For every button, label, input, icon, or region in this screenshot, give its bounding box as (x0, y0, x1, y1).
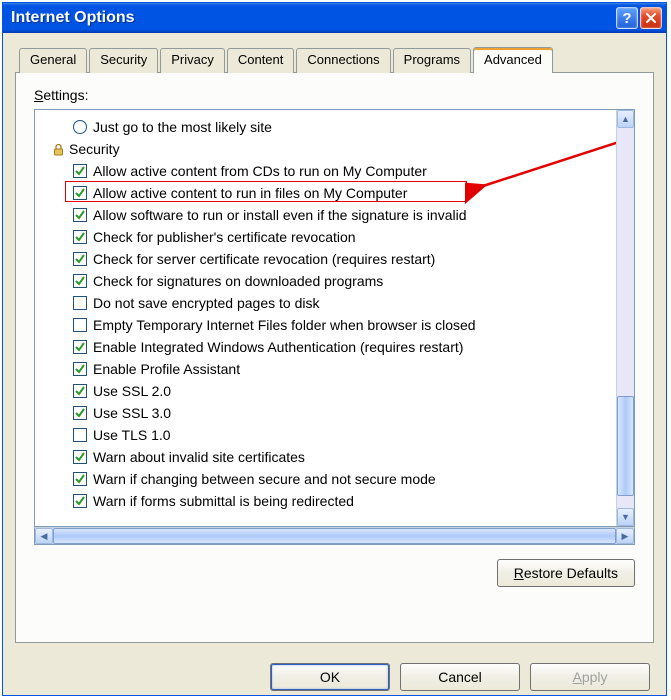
dialog-button-row: OK Cancel Apply (3, 653, 666, 695)
tab-connections[interactable]: Connections (296, 48, 390, 73)
scroll-left-button[interactable]: ◀ (35, 528, 53, 544)
list-item[interactable]: Use SSL 2.0 (39, 380, 612, 402)
checkbox-icon (73, 450, 87, 464)
list-item-label: Use SSL 2.0 (93, 383, 171, 399)
category-security[interactable]: Security (39, 138, 612, 160)
list-item-label: Use SSL 3.0 (93, 405, 171, 421)
scroll-up-button[interactable]: ▲ (617, 110, 634, 128)
list-item-label: Allow active content to run in files on … (93, 185, 407, 201)
list-item[interactable]: Use TLS 1.0 (39, 424, 612, 446)
checkbox-icon (73, 494, 87, 508)
list-item[interactable]: Allow active content to run in files on … (39, 182, 612, 204)
checkbox-icon (73, 252, 87, 266)
checkbox-icon (73, 384, 87, 398)
tab-panel-advanced: Settings: Just go to the most likely sit… (15, 72, 654, 643)
checkbox-icon (73, 230, 87, 244)
list-item-label: Empty Temporary Internet Files folder wh… (93, 317, 476, 333)
list-item[interactable]: Allow software to run or install even if… (39, 204, 612, 226)
tab-security[interactable]: Security (89, 48, 158, 73)
close-button[interactable] (640, 7, 662, 29)
list-item[interactable]: Warn if changing between secure and not … (39, 468, 612, 490)
checkbox-icon (73, 208, 87, 222)
list-item[interactable]: Check for publisher's certificate revoca… (39, 226, 612, 248)
help-button[interactable]: ? (616, 7, 638, 29)
list-item[interactable]: Enable Integrated Windows Authentication… (39, 336, 612, 358)
lock-icon (51, 142, 65, 156)
settings-label: Settings: (34, 87, 635, 103)
cancel-button[interactable]: Cancel (400, 663, 520, 691)
checkbox-icon (73, 164, 87, 178)
checkbox-icon (73, 406, 87, 420)
list-item[interactable]: Check for signatures on downloaded progr… (39, 270, 612, 292)
restore-defaults-button[interactable]: Restore Defaults (497, 559, 635, 587)
window-title: Internet Options (11, 9, 614, 27)
apply-button[interactable]: Apply (530, 663, 650, 691)
checkbox-icon (73, 186, 87, 200)
list-item-label: Check for publisher's certificate revoca… (93, 229, 356, 245)
checkbox-icon (73, 274, 87, 288)
list-item-label: Allow active content from CDs to run on … (93, 163, 427, 179)
category-label: Security (69, 141, 120, 157)
checkbox-icon (73, 296, 87, 310)
list-item-label: Use TLS 1.0 (93, 427, 171, 443)
scroll-down-button[interactable]: ▼ (617, 508, 634, 526)
scroll-thumb[interactable] (617, 396, 634, 496)
list-item-label: Enable Integrated Windows Authentication… (93, 339, 463, 355)
tab-general[interactable]: General (19, 48, 87, 73)
scroll-right-button[interactable]: ▶ (616, 528, 634, 544)
list-item[interactable]: Warn about invalid site certificates (39, 446, 612, 468)
settings-list-inner[interactable]: Just go to the most likely site Security A… (35, 110, 616, 526)
list-item-label: Do not save encrypted pages to disk (93, 295, 319, 311)
list-item-label: Warn if forms submittal is being redirec… (93, 493, 354, 509)
list-item[interactable]: Warn if forms submittal is being redirec… (39, 490, 612, 512)
list-item-label: Enable Profile Assistant (93, 361, 240, 377)
list-item[interactable]: Check for server certificate revocation … (39, 248, 612, 270)
list-item[interactable]: Use SSL 3.0 (39, 402, 612, 424)
tab-content[interactable]: Content (227, 48, 295, 73)
checkbox-icon (73, 472, 87, 486)
tab-programs[interactable]: Programs (393, 48, 471, 73)
client-area: GeneralSecurityPrivacyContentConnections… (3, 33, 666, 653)
ok-button[interactable]: OK (270, 663, 390, 691)
list-item-label: Warn if changing between secure and not … (93, 471, 436, 487)
list-item-label: Check for server certificate revocation … (93, 251, 435, 267)
vertical-scrollbar[interactable]: ▲ ▼ (616, 110, 634, 526)
list-item[interactable]: Enable Profile Assistant (39, 358, 612, 380)
hscroll-thumb[interactable] (53, 528, 616, 544)
list-item[interactable]: Do not save encrypted pages to disk (39, 292, 612, 314)
checkbox-icon (73, 318, 87, 332)
tab-advanced[interactable]: Advanced (473, 47, 553, 72)
titlebar: Internet Options ? (3, 3, 666, 33)
list-item-label: Just go to the most likely site (93, 119, 272, 135)
tab-strip: GeneralSecurityPrivacyContentConnections… (19, 47, 654, 72)
list-item-label: Allow software to run or install even if… (93, 207, 467, 223)
checkbox-icon (73, 362, 87, 376)
horizontal-scrollbar[interactable]: ◀ ▶ (34, 527, 635, 545)
hscroll-track[interactable] (53, 528, 616, 544)
list-item-radio[interactable]: Just go to the most likely site (39, 116, 612, 138)
settings-listbox: Just go to the most likely site Security A… (34, 109, 635, 527)
checkbox-icon (73, 340, 87, 354)
internet-options-dialog: Internet Options ? GeneralSecurityPrivac… (2, 2, 667, 696)
radio-icon (73, 120, 87, 134)
list-item-label: Warn about invalid site certificates (93, 449, 305, 465)
list-item[interactable]: Allow active content from CDs to run on … (39, 160, 612, 182)
tab-privacy[interactable]: Privacy (160, 48, 225, 73)
list-item[interactable]: Empty Temporary Internet Files folder wh… (39, 314, 612, 336)
list-item-label: Check for signatures on downloaded progr… (93, 273, 383, 289)
scroll-track[interactable] (617, 128, 634, 508)
checkbox-icon (73, 428, 87, 442)
